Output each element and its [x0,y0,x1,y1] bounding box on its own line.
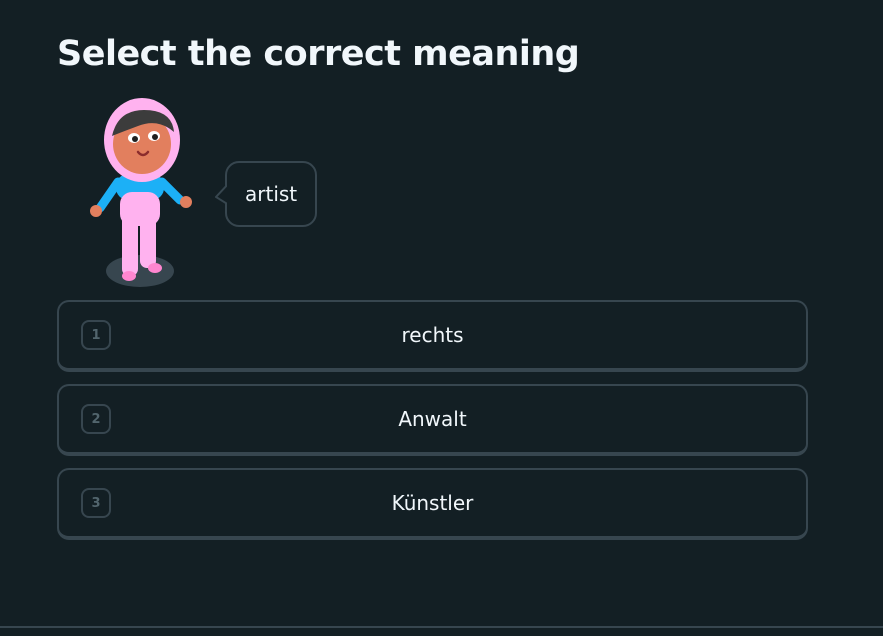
option-key-badge: 2 [81,404,111,434]
character-pupil-right [152,134,158,140]
character-foot-right [148,263,162,273]
option-key-badge: 1 [81,320,111,350]
option-label: Anwalt [398,407,467,431]
character-skirt [120,192,160,226]
speech-bubble: artist [215,161,318,227]
character-arm-left [95,177,123,213]
prompt-word: artist [245,182,298,206]
answer-options: 1 rechts 2 Anwalt 3 Künstler [57,300,808,552]
footer-divider [0,626,883,628]
character-arm-right [157,177,185,205]
character-illustration [90,98,192,287]
option-label: Künstler [391,491,474,515]
challenge-title: Select the correct meaning [57,34,580,74]
option-key-badge: 3 [81,488,111,518]
speech-bubble-tail-icon [215,183,229,205]
character-hand-left [90,205,102,217]
option-label: rechts [401,323,464,347]
character-foot-left [122,271,136,281]
answer-option-3[interactable]: 3 Künstler [57,468,808,540]
character-hand-right [180,196,192,208]
character-pupil-left [132,136,138,142]
answer-option-2[interactable]: 2 Anwalt [57,384,808,456]
answer-option-1[interactable]: 1 rechts [57,300,808,372]
